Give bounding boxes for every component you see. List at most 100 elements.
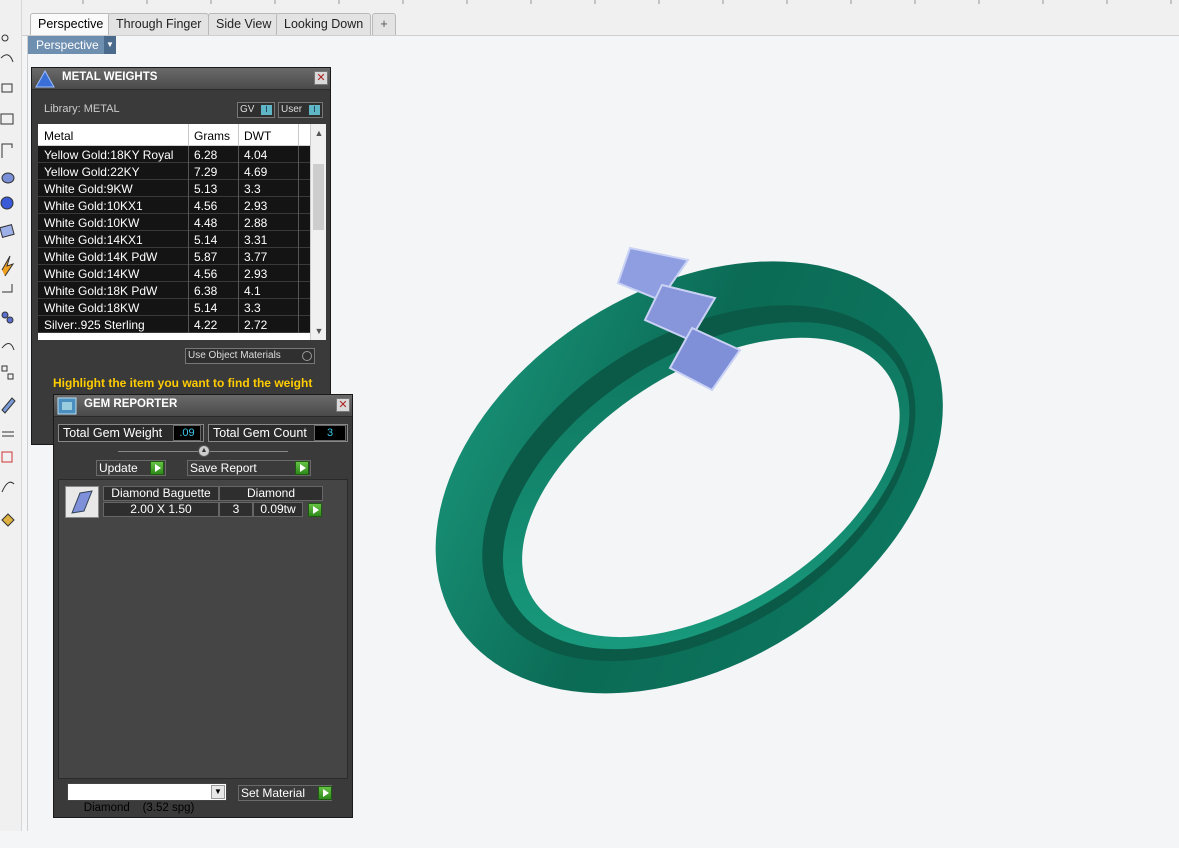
cell-grams: 6.28 bbox=[194, 148, 218, 162]
gem-reporter-panel: GEM REPORTER ✕ Total Gem Weight .09 Tota… bbox=[53, 394, 353, 818]
table-row[interactable]: Yellow Gold:18KY Royal 6.28 4.04 bbox=[38, 146, 310, 163]
table-row[interactable]: White Gold:18K PdW 6.38 4.1 bbox=[38, 282, 310, 299]
cell-grams: 4.48 bbox=[194, 216, 218, 230]
metal-weights-titlebar[interactable]: METAL WEIGHTS ✕ bbox=[32, 68, 330, 90]
cell-dwt: 3.31 bbox=[244, 233, 268, 247]
plane-icon bbox=[0, 224, 15, 238]
save-report-play-icon[interactable] bbox=[295, 461, 309, 475]
scroll-up-icon[interactable]: ▲ bbox=[311, 126, 326, 140]
cell-dwt: 3.3 bbox=[244, 182, 261, 196]
gem-material: Diamond bbox=[219, 486, 323, 501]
total-gem-count-value: 3 bbox=[314, 425, 346, 441]
metal-table: Metal Grams DWT Yellow Gold:18KY Royal 6.… bbox=[38, 124, 326, 340]
tab-through-finger[interactable]: Through Finger bbox=[108, 13, 210, 35]
gem-list: Diamond Baguette Diamond 2.00 X 1.50 3 0… bbox=[58, 479, 348, 779]
table-row[interactable]: White Gold:18KW 5.14 3.3 bbox=[38, 299, 310, 316]
cell-grams: 4.56 bbox=[194, 199, 218, 213]
total-gem-weight-value: .09 bbox=[173, 425, 201, 441]
ruler-icon bbox=[1, 397, 16, 414]
table-row[interactable]: White Gold:14KW 4.56 2.93 bbox=[38, 265, 310, 282]
gem-name: Diamond Baguette bbox=[103, 486, 219, 501]
update-label: Update bbox=[99, 461, 138, 475]
material-select[interactable]: Diamond (3.52 spg) ▼ bbox=[67, 783, 227, 814]
scroll-down-icon[interactable]: ▼ bbox=[311, 324, 326, 338]
scroll-thumb[interactable] bbox=[313, 164, 324, 230]
metal-table-scrollbar[interactable]: ▲ ▼ bbox=[310, 124, 326, 340]
curve-icon bbox=[0, 54, 14, 63]
toolbar-icons bbox=[0, 34, 16, 527]
ring-render bbox=[435, 246, 943, 694]
library-label: Library: METAL bbox=[44, 103, 120, 115]
gem-detail-play-icon[interactable] bbox=[308, 503, 322, 517]
col-dwt[interactable]: DWT bbox=[244, 129, 271, 143]
cell-dwt: 2.93 bbox=[244, 267, 268, 281]
table-row[interactable]: White Gold:9KW 5.13 3.3 bbox=[38, 180, 310, 197]
table-row[interactable]: White Gold:14K PdW 5.87 3.77 bbox=[38, 248, 310, 265]
surface-icon bbox=[1, 172, 15, 184]
update-play-icon[interactable] bbox=[150, 461, 164, 475]
use-object-materials-label: Use Object Materials bbox=[188, 350, 281, 361]
gv-label: GV bbox=[240, 104, 255, 115]
tab-looking-down[interactable]: Looking Down bbox=[276, 13, 372, 35]
gem-reporter-titlebar[interactable]: GEM REPORTER ✕ bbox=[54, 395, 352, 417]
gem-tool-icon bbox=[1, 513, 15, 527]
cell-dwt: 4.69 bbox=[244, 165, 268, 179]
polygon-icon bbox=[1, 83, 13, 93]
lightning-icon bbox=[1, 255, 15, 277]
gv-toggle[interactable]: GV I bbox=[237, 102, 275, 118]
cell-dwt: 2.72 bbox=[244, 318, 268, 332]
save-report-button[interactable]: Save Report bbox=[187, 460, 311, 476]
metal-table-header: Metal Grams DWT bbox=[38, 124, 310, 146]
set-material-play-icon[interactable] bbox=[318, 786, 332, 800]
material-select-value: Diamond (3.52 spg) bbox=[83, 802, 195, 814]
close-icon[interactable]: ✕ bbox=[314, 71, 328, 85]
viewport-label[interactable]: Perspective ▼ bbox=[28, 36, 116, 54]
table-row[interactable]: White Gold:10KX1 4.56 2.93 bbox=[38, 197, 310, 214]
user-toggle[interactable]: User I bbox=[278, 102, 323, 118]
chevron-down-icon[interactable]: ▼ bbox=[104, 36, 116, 54]
viewport-tab-strip: Perspective Through Finger Side View Loo… bbox=[22, 0, 1179, 36]
cell-metal: Yellow Gold:22KY bbox=[44, 165, 140, 179]
chevron-down-icon[interactable]: ▼ bbox=[211, 785, 225, 799]
cell-grams: 5.87 bbox=[194, 250, 218, 264]
cell-dwt: 4.1 bbox=[244, 284, 261, 298]
baguette-gem-icon bbox=[65, 486, 99, 518]
add-tab-button[interactable]: + bbox=[372, 13, 396, 35]
cell-metal: White Gold:14KX1 bbox=[44, 233, 143, 247]
viewport-label-text: Perspective bbox=[36, 38, 99, 52]
tab-side-view[interactable]: Side View bbox=[208, 13, 280, 35]
close-icon[interactable]: ✕ bbox=[336, 398, 350, 412]
table-row[interactable]: White Gold:10KW 4.48 2.88 bbox=[38, 214, 310, 231]
tab-perspective[interactable]: Perspective bbox=[30, 13, 112, 35]
cell-metal: White Gold:14K PdW bbox=[44, 250, 158, 264]
gv-indicator-icon: I bbox=[261, 105, 272, 115]
cell-metal: White Gold:14KW bbox=[44, 267, 140, 281]
arc-icon bbox=[1, 143, 13, 158]
gem-reporter-logo-icon bbox=[57, 397, 77, 415]
user-label: User bbox=[281, 104, 303, 115]
cell-metal: White Gold:18K PdW bbox=[44, 284, 158, 298]
rectangle-icon bbox=[0, 113, 14, 125]
col-grams[interactable]: Grams bbox=[194, 129, 230, 143]
radio-icon bbox=[302, 351, 312, 361]
table-row[interactable]: Yellow Gold:22KY 7.29 4.69 bbox=[38, 163, 310, 180]
use-object-materials-toggle[interactable]: Use Object Materials bbox=[185, 348, 315, 364]
sweep-icon bbox=[1, 481, 15, 493]
align-icon bbox=[2, 431, 14, 437]
cell-grams: 5.13 bbox=[194, 182, 218, 196]
cell-grams: 4.22 bbox=[194, 318, 218, 332]
table-row[interactable]: Silver:.925 Sterling 4.22 2.72 bbox=[38, 316, 310, 333]
table-row[interactable]: White Gold:14KX1 5.14 3.31 bbox=[38, 231, 310, 248]
viewport-border bbox=[27, 35, 28, 831]
col-metal[interactable]: Metal bbox=[44, 129, 73, 143]
collapse-icon[interactable]: ▲ bbox=[198, 445, 210, 457]
cell-metal: Yellow Gold:18KY Royal bbox=[44, 148, 174, 162]
metal-weights-panel: METAL WEIGHTS ✕ Library: METAL GV I User I… bbox=[31, 67, 331, 445]
dimension-icon bbox=[2, 284, 13, 293]
cell-metal: White Gold:10KX1 bbox=[44, 199, 143, 213]
cell-dwt: 3.77 bbox=[244, 250, 268, 264]
cell-metal: White Gold:10KW bbox=[44, 216, 140, 230]
metal-weights-title: METAL WEIGHTS bbox=[62, 71, 158, 83]
cell-grams: 4.56 bbox=[194, 267, 218, 281]
set-material-label: Set Material bbox=[241, 786, 306, 800]
